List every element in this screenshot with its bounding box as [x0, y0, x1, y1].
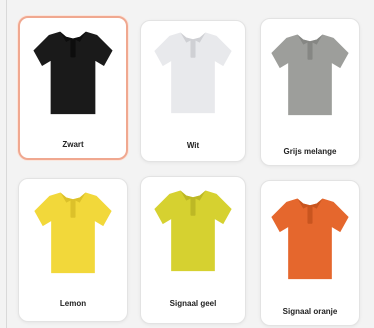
- polo-shirt-icon: [33, 31, 113, 115]
- swatch-card-signaal-geel[interactable]: Signaal geel: [140, 176, 246, 324]
- color-picker: Zwart Wit Grijs melange Lemon Signaal ge…: [0, 0, 374, 328]
- polo-shirt-icon: [271, 198, 349, 280]
- polo-shirt-icon: [271, 34, 349, 116]
- swatch-label: Lemon: [59, 299, 87, 308]
- swatch-card-wit[interactable]: Wit: [140, 20, 246, 162]
- swatch-label: Grijs melange: [283, 147, 337, 156]
- swatch-label: Zwart: [62, 140, 84, 149]
- left-divider: [6, 0, 7, 328]
- swatch-card-zwart[interactable]: Zwart: [18, 16, 128, 160]
- swatch-card-lemon[interactable]: Lemon: [18, 178, 128, 322]
- color-swatch-grid: Zwart Wit Grijs melange Lemon Signaal ge…: [18, 16, 360, 328]
- swatch-card-signaal-oranje[interactable]: Signaal oranje: [260, 180, 360, 326]
- polo-shirt-icon: [154, 32, 232, 114]
- polo-shirt-icon: [154, 190, 232, 272]
- swatch-label: Signaal oranje: [282, 307, 338, 316]
- swatch-card-grijs-melange[interactable]: Grijs melange: [260, 18, 360, 166]
- swatch-label: Wit: [186, 141, 200, 150]
- swatch-label: Signaal geel: [169, 299, 217, 308]
- polo-shirt-icon: [34, 192, 112, 274]
